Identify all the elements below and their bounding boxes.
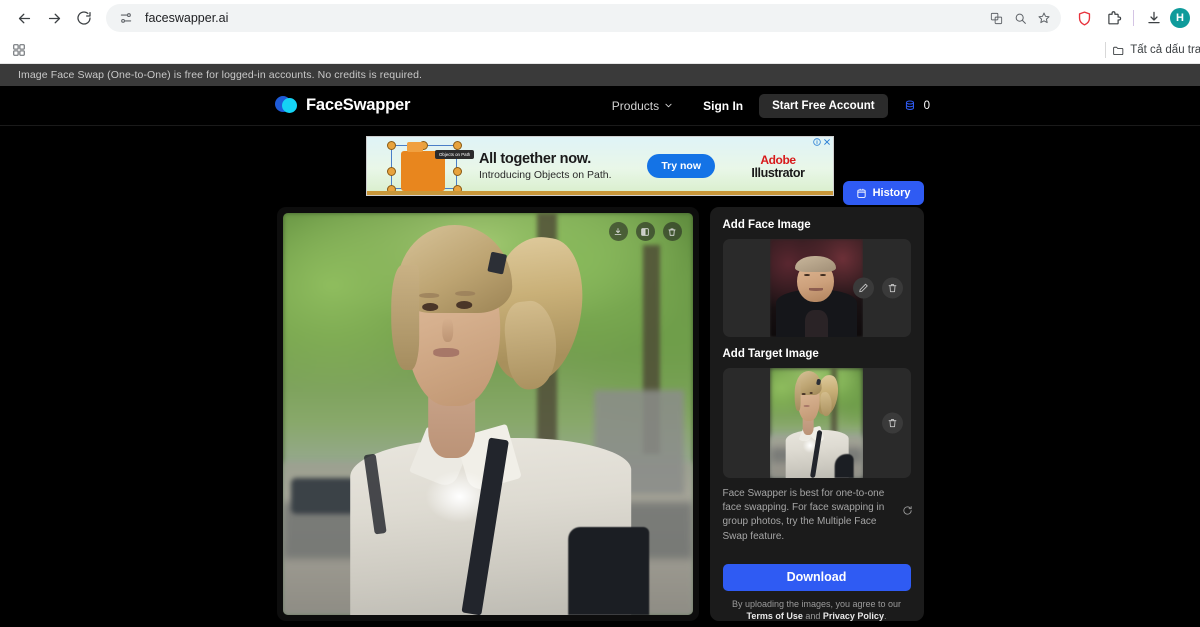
download-result-icon[interactable] — [608, 222, 628, 241]
ad-brand-adobe: Adobe — [760, 152, 796, 167]
apps-grid-icon[interactable] — [8, 39, 30, 61]
ad-illustration: Objects on Path — [367, 137, 479, 195]
add-face-image-label: Add Face Image — [722, 219, 811, 231]
promo-text: Image Face Swap (One-to-One) is free for… — [18, 69, 423, 81]
target-image-slot[interactable] — [722, 368, 911, 478]
ad-brand-illustrator: Illustrator — [751, 165, 805, 180]
face-image-delete-icon[interactable] — [881, 277, 903, 299]
download-icon[interactable] — [1141, 5, 1167, 31]
terms-of-use-link[interactable]: Terms of Use — [747, 611, 803, 621]
target-image-delete-icon[interactable] — [881, 412, 903, 434]
bookmarks-bar: Tất cả dấu trang — [0, 36, 1200, 64]
result-image[interactable] — [282, 213, 693, 615]
nav-products-label: Products — [611, 98, 660, 113]
profile-avatar[interactable]: H — [1170, 8, 1190, 28]
target-image-actions — [881, 412, 903, 434]
back-button[interactable] — [10, 4, 38, 32]
all-bookmarks-button[interactable]: Tất cả dấu trang — [1112, 44, 1200, 57]
history-label: History — [872, 187, 911, 199]
ad-try-now-button[interactable]: Try now — [647, 154, 715, 178]
all-bookmarks-group[interactable]: Tất cả dấu trang — [1105, 36, 1200, 64]
nav-products[interactable]: Products — [598, 99, 687, 113]
credits-count: 0 — [923, 99, 930, 112]
credits-indicator[interactable]: 0 — [904, 99, 930, 112]
ad-headline: All together now. — [479, 151, 591, 167]
site-settings-icon[interactable] — [116, 8, 136, 28]
all-bookmarks-label: Tất cả dấu trang — [1130, 44, 1200, 56]
face-image-actions — [852, 277, 903, 299]
ad-info-icon — [813, 138, 821, 146]
reload-button[interactable] — [70, 4, 98, 32]
page-content: Image Face Swap (One-to-One) is free for… — [0, 64, 1200, 627]
header-nav: Products Sign In Start Free Account 0 — [598, 93, 930, 118]
address-bar[interactable]: faceswapper.ai — [106, 4, 1061, 32]
history-icon — [856, 188, 866, 198]
brave-shield-icon[interactable] — [1071, 5, 1097, 31]
ad-close-icon — [824, 139, 830, 145]
add-target-image-label: Add Target Image — [722, 348, 819, 360]
site-header: FaceSwapper Products Sign In Start Free … — [0, 86, 1200, 126]
side-panel: History Add Face Image Add Target Image … — [709, 181, 924, 623]
panel-info: Face Swapper is best for one-to-one face… — [722, 487, 913, 544]
search-icon[interactable] — [1009, 7, 1031, 29]
result-subject — [332, 213, 650, 615]
terms-suffix: . — [883, 611, 887, 622]
ad-wrapper: Objects on Path All together now. Introd… — [0, 126, 1200, 196]
delete-result-icon[interactable] — [662, 222, 682, 241]
url-text[interactable]: faceswapper.ai — [145, 11, 985, 25]
result-card — [276, 207, 699, 621]
download-button[interactable]: Download — [722, 563, 911, 591]
faceswapper-logo-icon — [275, 95, 297, 117]
translate-icon[interactable] — [985, 7, 1007, 29]
result-overlay-actions — [608, 222, 682, 241]
toolbar-divider — [1133, 10, 1134, 26]
promo-banner: Image Face Swap (One-to-One) is free for… — [0, 64, 1200, 86]
terms-text: By uploading the images, you agree to ou… — [723, 598, 911, 623]
signin-link[interactable]: Sign In — [687, 99, 759, 113]
ad-chip-label: Objects on Path — [435, 150, 475, 159]
history-button[interactable]: History — [842, 181, 924, 205]
workspace: History Add Face Image Add Target Image … — [0, 181, 1200, 623]
terms-prefix: By uploading the images, you agree to ou… — [731, 598, 902, 609]
bookmark-star-icon[interactable] — [1033, 7, 1055, 29]
privacy-policy-link[interactable]: Privacy Policy — [823, 611, 884, 621]
ad-brand: Adobe Illustrator — [729, 153, 833, 180]
browser-toolbar: faceswapper.ai H — [0, 0, 1200, 36]
ad-controls[interactable] — [813, 138, 831, 146]
forward-button[interactable] — [40, 4, 68, 32]
ad-banner[interactable]: Objects on Path All together now. Introd… — [366, 136, 834, 196]
site-logo[interactable]: FaceSwapper — [275, 95, 410, 117]
ad-subhead: Introducing Objects on Path. — [479, 169, 612, 181]
logo-text: FaceSwapper — [306, 96, 411, 114]
chevron-down-icon — [665, 103, 672, 108]
toolbar-right-group: H — [1063, 5, 1190, 31]
panel-info-text: Face Swapper is best for one-to-one face… — [722, 488, 885, 542]
start-free-account-button[interactable]: Start Free Account — [759, 93, 888, 118]
compare-split-icon[interactable] — [635, 222, 655, 241]
bookmarks-divider — [1105, 42, 1107, 58]
face-image-slot[interactable] — [722, 239, 911, 337]
external-link-icon[interactable] — [902, 505, 913, 521]
edit-pencil-icon[interactable] — [852, 277, 874, 299]
terms-middle: and — [802, 611, 823, 622]
face-image-thumb[interactable] — [770, 239, 863, 337]
folder-icon — [1113, 46, 1124, 55]
extensions-icon[interactable] — [1100, 5, 1126, 31]
ad-copy: All together now. Introducing Objects on… — [479, 151, 647, 181]
credits-coins-icon — [905, 100, 914, 110]
target-image-thumb[interactable] — [770, 368, 863, 478]
